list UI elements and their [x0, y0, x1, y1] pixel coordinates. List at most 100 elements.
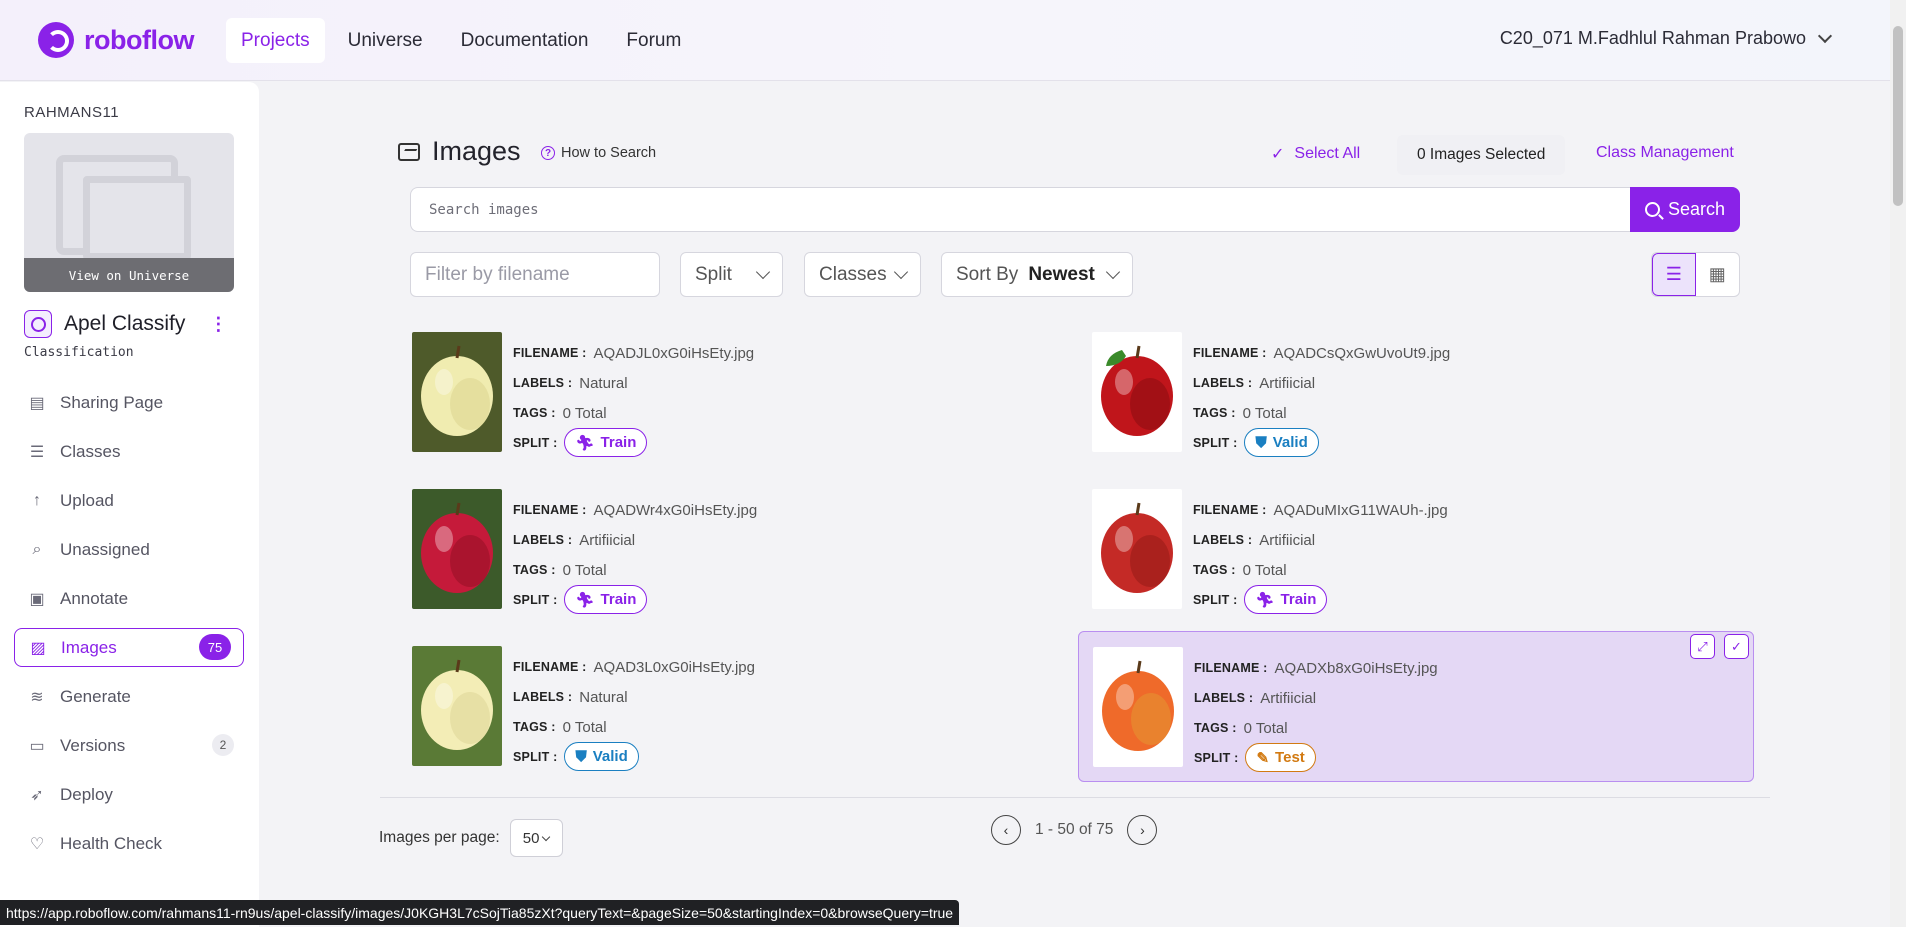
- image-card[interactable]: FILENAME : AQADCsQxGwUvoUt9.jpg LABELS : Ar…: [1092, 332, 1773, 482]
- project-header: Apel Classify ⋮: [24, 310, 227, 338]
- image-card[interactable]: FILENAME : AQADuMIxG11WAUh-.jpg LABELS : Ar…: [1092, 489, 1773, 639]
- split-value: Test: [1275, 749, 1305, 766]
- scrollbar-thumb[interactable]: [1893, 26, 1903, 206]
- versions-icon: ▭: [29, 737, 45, 755]
- search-input[interactable]: [410, 187, 1634, 232]
- globe-icon: [24, 310, 52, 338]
- image-card[interactable]: FILENAME : AQAD3L0xG0iHsEty.jpg LABELS : Na…: [412, 646, 1093, 796]
- filename-value: AQADJL0xG0iHsEty.jpg: [593, 344, 755, 362]
- split-dropdown[interactable]: Split: [680, 252, 783, 297]
- sort-label: Sort By: [956, 263, 1019, 285]
- nav-forum[interactable]: Forum: [611, 18, 696, 63]
- split-badge[interactable]: 🏃︎ Train: [564, 428, 648, 457]
- previous-page-button[interactable]: ‹: [991, 815, 1021, 845]
- image-card[interactable]: FILENAME : AQADWr4xG0iHsEty.jpg LABELS : Ar…: [412, 489, 1093, 639]
- next-page-button[interactable]: ›: [1127, 815, 1158, 845]
- sidebar-item-health-check[interactable]: ♡ Health Check: [14, 824, 244, 863]
- nav-projects[interactable]: Projects: [226, 18, 325, 63]
- split-label: SPLIT :: [1193, 593, 1238, 607]
- roboflow-logo[interactable]: roboflow: [38, 22, 194, 58]
- sidebar-item-generate[interactable]: ≋ Generate: [14, 677, 244, 716]
- classes-dropdown[interactable]: Classes: [804, 252, 921, 297]
- sidebar-item-sharing-page[interactable]: ▤ Sharing Page: [14, 383, 244, 422]
- classes-label: Classes: [819, 263, 887, 285]
- labels-label: LABELS :: [513, 533, 573, 547]
- image-metadata: FILENAME : AQADXb8xG0iHsEty.jpg LABELS : Ar…: [1194, 653, 1438, 773]
- split-label: SPLIT :: [513, 593, 558, 607]
- image-thumbnail[interactable]: [412, 332, 502, 452]
- grid-view-button[interactable]: ▦: [1696, 253, 1739, 296]
- status-url: https://app.roboflow.com/rahmans11-rn9us…: [0, 900, 960, 925]
- filename-label: FILENAME :: [513, 660, 587, 674]
- split-badge[interactable]: 🏃︎ Train: [564, 585, 648, 614]
- search-icon: [1644, 202, 1660, 217]
- image-card[interactable]: FILENAME : AQADJL0xG0iHsEty.jpg LABELS : Na…: [412, 332, 1093, 482]
- how-to-search-link[interactable]: ? How to Search: [541, 145, 656, 161]
- sidebar-item-classes[interactable]: ☰ Classes: [14, 432, 244, 471]
- list-view-button[interactable]: ☰: [1652, 253, 1696, 296]
- scrollbar[interactable]: [1890, 0, 1906, 927]
- per-page-control: Images per page: 50: [379, 819, 563, 857]
- split-label: Split: [695, 263, 732, 285]
- user-menu[interactable]: C20_071 M.Fadhlul Rahman Prabowo: [1500, 28, 1833, 49]
- sidebar-item-label: Annotate: [60, 588, 129, 608]
- sidebar: RAHMANS11 View on Universe Apel Classify…: [0, 82, 259, 927]
- sort-dropdown[interactable]: Sort By Newest: [941, 252, 1133, 297]
- sidebar-item-deploy[interactable]: ➶ Deploy: [14, 775, 244, 814]
- nav-documentation[interactable]: Documentation: [446, 18, 604, 63]
- split-label: SPLIT :: [513, 750, 558, 764]
- runner-icon: 🏃︎: [575, 591, 595, 609]
- search-button-label: Search: [1667, 199, 1726, 219]
- sidebar-item-label: Deploy: [60, 784, 113, 804]
- image-thumbnail[interactable]: [412, 489, 502, 609]
- split-badge[interactable]: 🏃︎ Train: [1244, 585, 1328, 614]
- tube-icon: ✎: [1256, 749, 1270, 767]
- more-options-icon[interactable]: ⋮: [209, 314, 227, 335]
- split-badge[interactable]: ✎ Test: [1245, 743, 1316, 772]
- tags-label: TAGS :: [1193, 406, 1236, 420]
- filename-filter-input[interactable]: Filter by filename: [410, 252, 660, 297]
- select-checkbox[interactable]: ✓: [1724, 634, 1749, 659]
- class-management-link[interactable]: Class Management: [1596, 144, 1734, 162]
- tags-value: 0 Total: [1243, 719, 1288, 737]
- sidebar-item-label: Generate: [60, 686, 131, 706]
- runner-icon: 🏃︎: [575, 434, 595, 452]
- tags-label: TAGS :: [513, 720, 556, 734]
- logo-text: roboflow: [84, 24, 194, 55]
- tags-label: TAGS :: [1194, 721, 1237, 735]
- filename-label: FILENAME :: [1193, 503, 1267, 517]
- split-badge[interactable]: ⛊ Valid: [1244, 428, 1319, 457]
- filename-value: AQADCsQxGwUvoUt9.jpg: [1273, 344, 1451, 362]
- sidebar-item-images[interactable]: ▨ Images 75: [14, 628, 244, 667]
- sidebar-item-unassigned[interactable]: ⌕ Unassigned: [14, 530, 244, 569]
- selected-count: 0 Images Selected: [1397, 135, 1566, 175]
- split-badge[interactable]: ⛊ Valid: [564, 742, 639, 771]
- image-thumbnail[interactable]: [1092, 489, 1182, 609]
- sidebar-item-annotate[interactable]: ▣ Annotate: [14, 579, 244, 618]
- chevron-down-icon: [1817, 28, 1833, 44]
- labels-label: LABELS :: [1193, 533, 1253, 547]
- images-header: Images: [398, 136, 521, 167]
- image-thumbnail[interactable]: [1093, 647, 1183, 767]
- image-metadata: FILENAME : AQAD3L0xG0iHsEty.jpg LABELS : Na…: [513, 652, 755, 772]
- image-thumbnail[interactable]: [1092, 332, 1182, 452]
- sidebar-item-versions[interactable]: ▭ Versions 2: [14, 726, 244, 765]
- select-all-button[interactable]: ✓ Select All: [1271, 144, 1360, 164]
- sidebar-menu: ▤ Sharing Page ☰ Classes ↑ Upload ⌕ Unassigned ▣…: [14, 383, 244, 873]
- sidebar-item-upload[interactable]: ↑ Upload: [14, 481, 244, 520]
- expand-icon[interactable]: ⤢: [1690, 634, 1715, 659]
- image-card[interactable]: FILENAME : AQADXb8xG0iHsEty.jpg LABELS : Ar…: [1078, 631, 1754, 782]
- labels-label: LABELS :: [513, 690, 573, 704]
- nav-universe[interactable]: Universe: [333, 18, 438, 63]
- chevron-down-icon: [1105, 264, 1121, 280]
- label-value: Artifiicial: [1259, 531, 1316, 549]
- split-label: SPLIT :: [513, 436, 558, 450]
- search-icon: ⌕: [32, 540, 42, 558]
- per-page-select[interactable]: 50: [509, 819, 563, 857]
- count-badge: 75: [199, 634, 231, 660]
- tags-label: TAGS :: [1193, 563, 1236, 577]
- page-range: 1 - 50 of 75: [1035, 821, 1114, 838]
- search-button[interactable]: Search: [1630, 187, 1740, 232]
- image-thumbnail[interactable]: [412, 646, 502, 766]
- view-on-universe-button[interactable]: View on Universe: [24, 258, 234, 292]
